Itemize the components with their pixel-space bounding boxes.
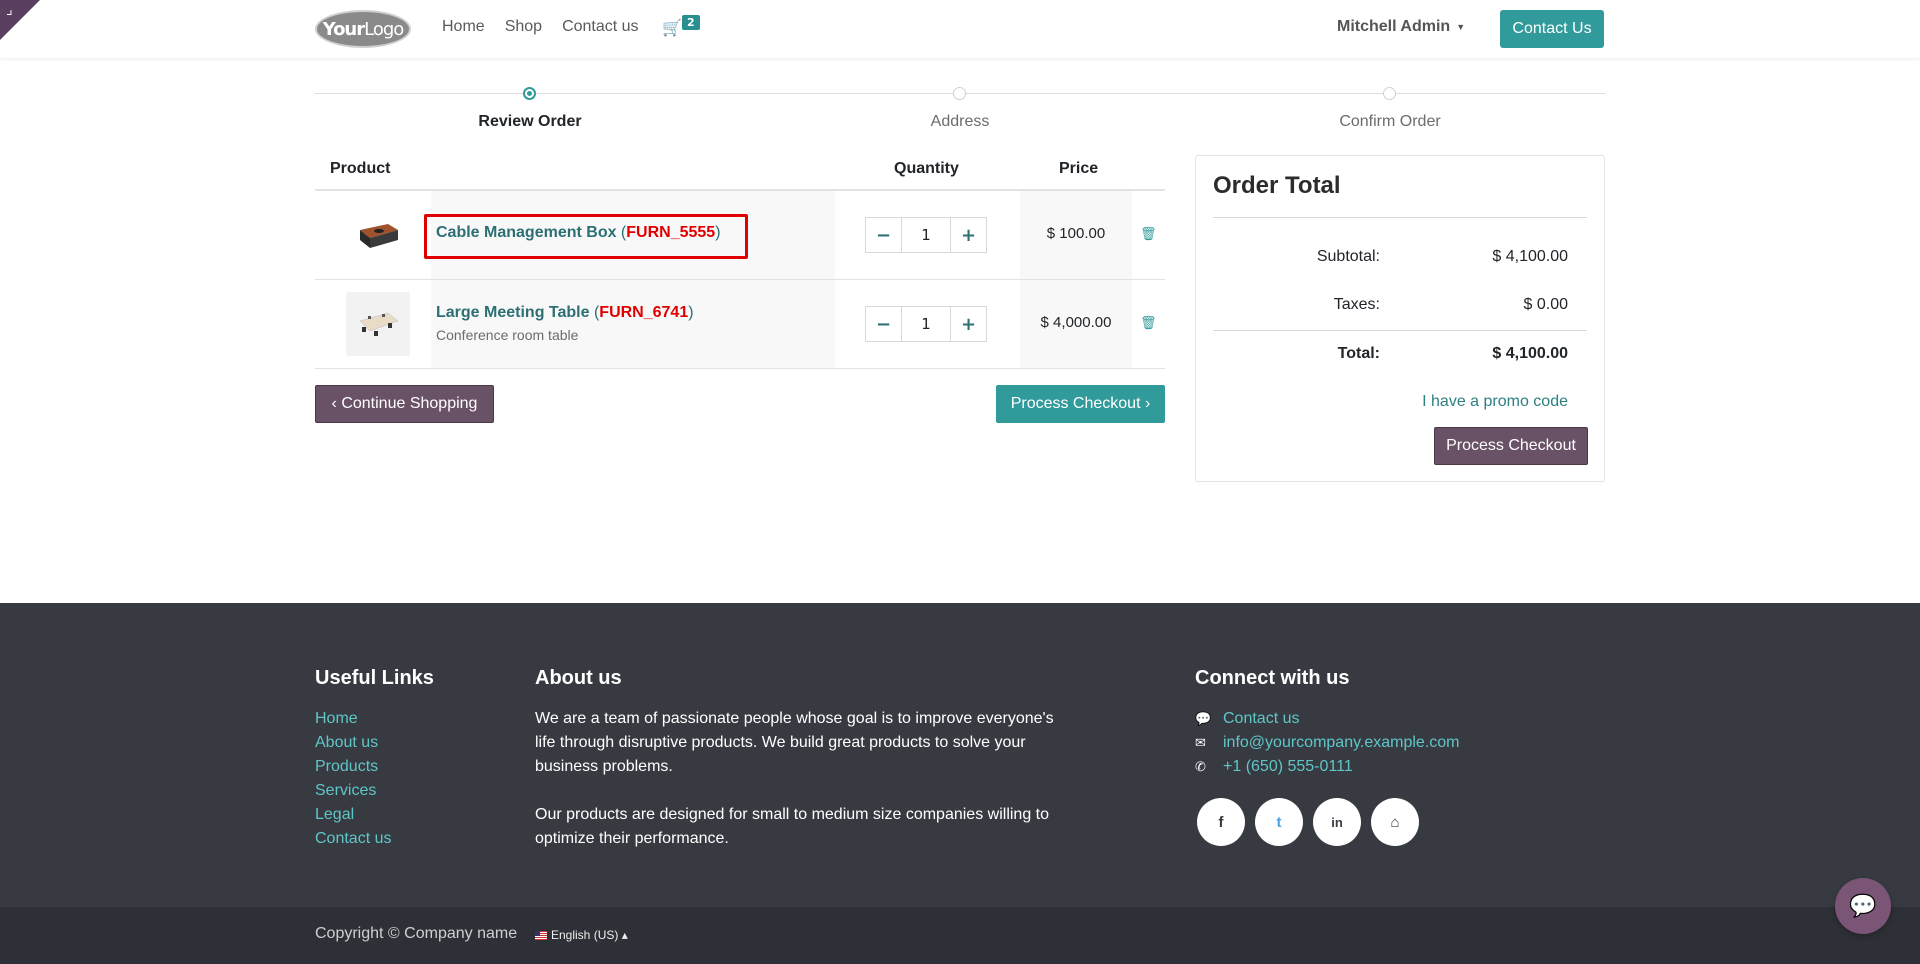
user-name: Mitchell Admin <box>1337 18 1451 35</box>
quantity-stepper: − 1 + <box>865 306 987 342</box>
footer-link-home[interactable]: Home <box>315 707 391 731</box>
caret-up-icon: ▴ <box>618 928 628 942</box>
row-name-bg <box>431 280 835 368</box>
nav-home[interactable]: Home <box>442 18 485 36</box>
cart-row: Large Meeting Table (FURN_6741) Conferen… <box>315 280 1165 369</box>
connect-title: Connect with us <box>1195 667 1350 689</box>
trash-icon[interactable]: 🗑 <box>1140 227 1157 242</box>
card-divider <box>1213 217 1587 218</box>
about-text: We are a team of passionate people whose… <box>535 707 1055 875</box>
connect-phone-link[interactable]: +1 (650) 555-0111 <box>1223 755 1353 779</box>
connect-contact-link[interactable]: Contact us <box>1223 707 1299 731</box>
decrease-quantity-button[interactable]: − <box>865 306 902 342</box>
site-footer: Useful Links Home About us Products Serv… <box>0 603 1920 907</box>
product-name-link[interactable]: Large Meeting Table (FURN_6741) <box>436 304 694 322</box>
subtotal-label: Subtotal: <box>1316 248 1380 265</box>
line-price: $ 100.00 <box>1046 225 1106 242</box>
product-thumbnail[interactable] <box>346 292 410 356</box>
footer-link-about[interactable]: About us <box>315 731 391 755</box>
continue-shopping-label: Continue Shopping <box>341 395 478 412</box>
language-selector[interactable]: English (US) ▴ <box>535 928 628 942</box>
footer-link-contact[interactable]: Contact us <box>315 827 391 851</box>
logo-text-bold: Your <box>322 18 365 40</box>
about-paragraph: We are a team of passionate people whose… <box>535 710 1054 775</box>
linkedin-icon[interactable]: in <box>1313 798 1361 846</box>
highlight-box <box>424 214 748 259</box>
about-title: About us <box>535 667 622 689</box>
subtotal-value: $ 4,100.00 <box>1492 248 1568 265</box>
cart-count-badge: 2 <box>682 15 700 30</box>
social-links: f t in ⌂ <box>1197 798 1419 846</box>
footer-link-products[interactable]: Products <box>315 755 391 779</box>
col-quantity: Quantity <box>894 160 959 177</box>
step-review-order: Review Order <box>478 113 582 130</box>
product-ref: FURN_6741 <box>599 304 689 321</box>
step-address: Address <box>930 113 990 130</box>
process-checkout-button[interactable]: Process Checkout <box>1434 427 1588 465</box>
step-confirm-order: Confirm Order <box>1339 113 1441 130</box>
chevron-left-icon: ‹ <box>331 395 342 412</box>
facebook-icon[interactable]: f <box>1197 798 1245 846</box>
language-label: English (US) <box>551 928 619 942</box>
copyright-text: Copyright © Company name <box>315 925 518 942</box>
process-checkout-button[interactable]: Process Checkout › <box>996 385 1165 423</box>
quantity-stepper: − 1 + <box>865 217 987 253</box>
step-dot-address <box>953 87 966 100</box>
col-price: Price <box>1059 160 1099 177</box>
meeting-table-image-icon <box>359 312 399 336</box>
user-menu[interactable]: Mitchell Admin ▼ <box>1337 18 1465 36</box>
cable-box-image-icon <box>360 224 398 248</box>
connect-email-link[interactable]: info@yourcompany.example.com <box>1223 731 1460 755</box>
envelope-icon: ✉ <box>1195 735 1206 750</box>
product-description: Conference room table <box>436 327 579 343</box>
chat-bubble-icon[interactable]: 💬 <box>1835 878 1891 934</box>
total-label: Total: <box>1337 345 1380 362</box>
phone-icon: ✆ <box>1195 759 1206 774</box>
footer-link-services[interactable]: Services <box>315 779 391 803</box>
about-paragraph: Our products are designed for small to m… <box>535 806 1050 847</box>
total-value: $ 4,100.00 <box>1492 345 1568 362</box>
col-product: Product <box>330 160 391 177</box>
copyright-bar: Copyright © Company name English (US) ▴ <box>0 907 1920 964</box>
step-dot-review <box>523 87 536 100</box>
main-nav: Home Shop Contact us <box>442 18 659 36</box>
useful-links-title: Useful Links <box>315 667 434 689</box>
order-total-title: Order Total <box>1213 172 1341 199</box>
site-logo[interactable]: Your Logo <box>315 10 411 48</box>
continue-shopping-button[interactable]: ‹ Continue Shopping <box>315 385 494 423</box>
step-dot-confirm <box>1383 87 1396 100</box>
quantity-input[interactable]: 1 <box>902 306 950 342</box>
card-divider <box>1213 330 1587 331</box>
home-icon[interactable]: ⌂ <box>1371 798 1419 846</box>
process-checkout-label: Process Checkout <box>1010 395 1141 412</box>
quantity-input[interactable]: 1 <box>902 217 950 253</box>
taxes-value: $ 0.00 <box>1523 296 1568 313</box>
cart-icon[interactable]: 🛒 <box>662 18 682 37</box>
trash-icon[interactable]: 🗑 <box>1140 316 1157 331</box>
increase-quantity-button[interactable]: + <box>950 306 987 342</box>
order-total-card: Order Total Subtotal: $ 4,100.00 Taxes: … <box>1195 155 1605 482</box>
caret-down-icon: ▼ <box>1456 21 1466 32</box>
line-price: $ 4,000.00 <box>1040 314 1112 331</box>
useful-links: Home About us Products Services Legal Co… <box>315 707 391 851</box>
twitter-icon[interactable]: t <box>1255 798 1303 846</box>
connect-list: 💬 Contact us ✉ info@yourcompany.example.co… <box>1195 707 1460 779</box>
site-header: Your Logo Home Shop Contact us 🛒 2 Mitche… <box>0 0 1920 58</box>
chevron-right-icon: › <box>1140 395 1151 412</box>
comment-icon: 💬 <box>1195 711 1212 726</box>
taxes-label: Taxes: <box>1333 296 1380 313</box>
product-name: Large Meeting Table <box>436 304 590 321</box>
footer-link-legal[interactable]: Legal <box>315 803 391 827</box>
editor-corner-toggle[interactable]: ⌟ <box>0 0 40 40</box>
us-flag-icon <box>535 931 547 941</box>
nav-shop[interactable]: Shop <box>505 18 542 36</box>
contact-us-button[interactable]: Contact Us <box>1500 10 1604 48</box>
logo-text-light: Logo <box>364 18 404 40</box>
promo-code-link[interactable]: I have a promo code <box>1213 393 1568 411</box>
product-thumbnail[interactable] <box>346 203 410 267</box>
decrease-quantity-button[interactable]: − <box>865 217 902 253</box>
nav-contact-us[interactable]: Contact us <box>562 18 638 36</box>
increase-quantity-button[interactable]: + <box>950 217 987 253</box>
